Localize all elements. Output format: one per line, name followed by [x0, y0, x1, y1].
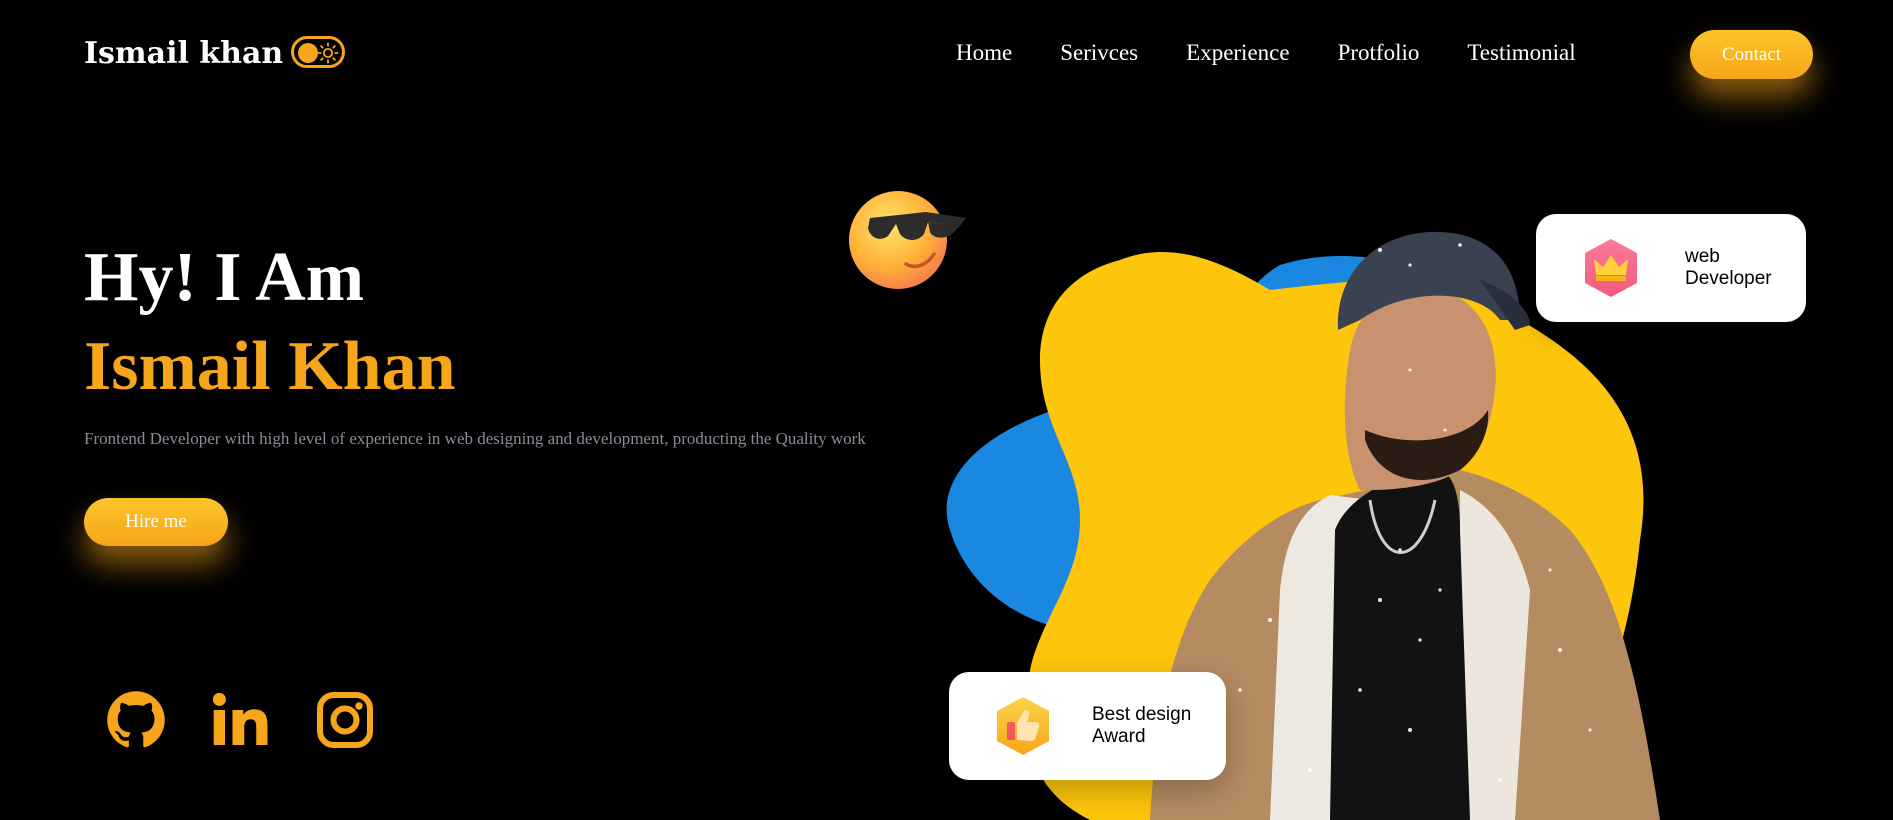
crown-icon: [1585, 239, 1637, 297]
nav-home[interactable]: Home: [956, 40, 1012, 66]
role-card-text: web Developer: [1685, 246, 1772, 290]
nav-testimonial[interactable]: Testimonial: [1467, 40, 1575, 66]
role-card-line2: Developer: [1685, 268, 1772, 289]
award-card-line2: Award: [1092, 726, 1146, 747]
instagram-icon[interactable]: [315, 690, 375, 750]
nav-services[interactable]: Serivces: [1060, 40, 1138, 66]
award-card-text: Best design Award: [1092, 704, 1191, 748]
hero-description: Frontend Developer with high level of ex…: [84, 429, 866, 448]
github-icon[interactable]: [106, 690, 166, 750]
nav-experience[interactable]: Experience: [1186, 40, 1289, 66]
nav-portfolio[interactable]: Protfolio: [1338, 40, 1420, 66]
hero-greeting: Hy! I Am: [84, 239, 364, 316]
contact-button[interactable]: Contact: [1690, 30, 1813, 79]
award-card: Best design Award: [949, 672, 1226, 780]
toggle-knob: [298, 43, 318, 63]
brand-logo[interactable]: Ismail khan: [84, 36, 283, 71]
role-card-line1: web: [1685, 246, 1720, 267]
main-nav: Home Serivces Experience Protfolio Testi…: [956, 40, 1624, 66]
thumbs-up-icon: [997, 697, 1049, 755]
sunglasses-emoji-icon: [849, 191, 966, 289]
award-card-line1: Best design: [1092, 704, 1192, 725]
sun-icon: [317, 42, 339, 64]
linkedin-icon[interactable]: [210, 690, 270, 750]
role-card: web Developer: [1536, 214, 1806, 322]
hire-me-button[interactable]: Hire me: [84, 498, 228, 546]
theme-toggle[interactable]: [291, 36, 345, 68]
hero-name: Ismail Khan: [84, 328, 456, 405]
